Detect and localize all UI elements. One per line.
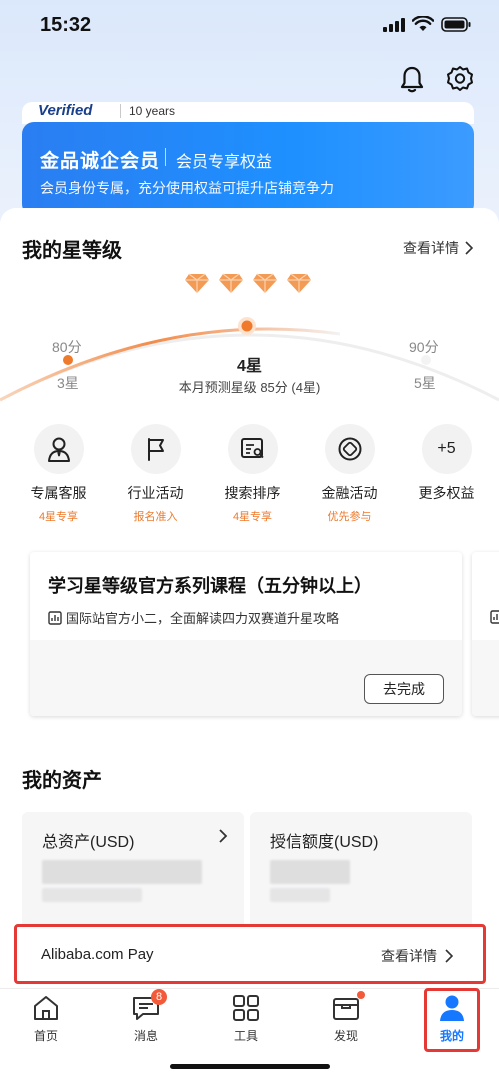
- search-rank-icon: [227, 424, 278, 474]
- diamond-icon: [253, 273, 277, 293]
- pay-view-detail-label: 查看详情: [381, 948, 437, 964]
- message-icon: 8: [131, 989, 167, 1023]
- tab-label: 发现: [333, 1029, 358, 1043]
- pay-view-detail[interactable]: 查看详情: [381, 946, 453, 966]
- tab-home[interactable]: 首页: [6, 991, 86, 1051]
- grid-icon: [231, 993, 261, 1023]
- verified-strip: Verified 10 years: [22, 102, 474, 124]
- wifi-icon: [412, 16, 434, 31]
- chart-doc-icon: [48, 610, 62, 625]
- tab-messages[interactable]: 8 消息: [106, 989, 186, 1051]
- arc-point-current-inner: [241, 320, 253, 332]
- view-detail-label: 查看详情: [403, 240, 459, 256]
- benefits-row: 专属客服 4星专享 行业活动 报名准入 搜索排序 4星专享 金融活动 优先参与 …: [10, 424, 499, 524]
- diamond-icon: [287, 273, 311, 293]
- tab-label: 消息: [133, 1029, 158, 1043]
- pay-label: Alibaba.com Pay: [41, 946, 154, 963]
- benefit-tag: 优先参与: [327, 511, 372, 523]
- header-actions: [397, 64, 475, 96]
- cellular-signal-icon: [383, 18, 405, 32]
- total-assets-label: 总资产(USD): [42, 834, 135, 851]
- benefit-search-rank[interactable]: 搜索排序 4星专享: [204, 424, 301, 524]
- discover-dot: [357, 991, 365, 999]
- member-card[interactable]: 金品诚企会员 会员专享权益 会员身份专属，充分使用权益可提升店铺竞争力: [22, 122, 474, 216]
- app-screen: 15:32 Verified 10 years 金品诚企会员 会员专享权益 会员…: [0, 0, 499, 1080]
- course-title: 学习星等级官方系列课程（五分钟以上）: [48, 576, 372, 596]
- tab-tools[interactable]: 工具: [206, 991, 286, 1051]
- complete-button[interactable]: 去完成: [364, 674, 444, 704]
- tab-discover[interactable]: 发现: [306, 991, 386, 1051]
- course-card-next[interactable]: [472, 552, 499, 716]
- tab-label: 首页: [33, 1029, 58, 1043]
- star-level-view-detail[interactable]: 查看详情: [403, 238, 473, 258]
- finance-icon: [324, 424, 375, 474]
- member-title: 金品诚企会员: [40, 151, 161, 172]
- chevron-right-icon: [445, 949, 453, 963]
- benefit-customer-service[interactable]: 专属客服 4星专享: [10, 424, 107, 524]
- star-level-title: 我的星等级: [22, 240, 122, 262]
- course-card-footer: 去完成: [30, 640, 462, 716]
- star-diamonds: [184, 272, 312, 294]
- battery-icon: [441, 17, 471, 32]
- course-description-text: 国际站官方小二，全面解读四力双赛道升星攻略: [66, 611, 340, 626]
- blurred-amount: [270, 860, 350, 884]
- alibaba-pay-row[interactable]: Alibaba.com Pay 查看详情: [14, 924, 486, 984]
- benefit-name: 搜索排序: [224, 485, 281, 501]
- benefit-name: 金融活动: [321, 485, 378, 501]
- level-forecast: 本月预测星级 85分 (4星): [178, 380, 321, 395]
- customer-service-icon: [33, 424, 84, 474]
- diamond-icon: [185, 273, 209, 293]
- more-benefits-icon: +5: [421, 424, 472, 474]
- course-card-next-footer: [472, 640, 499, 716]
- benefit-finance[interactable]: 金融活动 优先参与: [301, 424, 398, 524]
- verified-logo: Verified: [38, 102, 93, 119]
- benefit-more[interactable]: +5 更多权益: [398, 424, 495, 524]
- diamond-icon: [219, 273, 243, 293]
- chevron-right-icon: [465, 241, 473, 255]
- credit-limit-label: 授信额度(USD): [270, 834, 379, 851]
- active-tab-highlight: [424, 988, 480, 1052]
- current-level: 4星: [237, 358, 262, 375]
- gear-icon[interactable]: [445, 64, 475, 94]
- blurred-amount: [42, 860, 202, 884]
- blurred-amount-sub: [42, 888, 142, 902]
- chart-doc-icon: [490, 610, 499, 624]
- benefit-name: 更多权益: [418, 485, 475, 501]
- member-divider: [165, 148, 166, 166]
- blurred-amount-sub: [270, 888, 330, 902]
- chevron-right-icon: [219, 829, 228, 843]
- benefit-tag: 报名准入: [133, 511, 178, 523]
- assets-title: 我的资产: [22, 770, 102, 792]
- tab-label: 工具: [233, 1029, 258, 1043]
- benefit-tag: 4星专享: [232, 511, 273, 523]
- bell-icon[interactable]: [397, 64, 427, 94]
- discover-icon: [331, 991, 365, 1023]
- status-time: 15:32: [40, 14, 92, 36]
- flag-icon: [130, 424, 181, 474]
- message-badge: 8: [151, 989, 167, 1005]
- home-icon: [31, 993, 61, 1023]
- member-description: 会员身份专属，充分使用权益可提升店铺竞争力: [40, 180, 334, 196]
- course-description: 国际站官方小二，全面解读四力双赛道升星攻略: [48, 608, 339, 627]
- course-card[interactable]: 学习星等级官方系列课程（五分钟以上） 国际站官方小二，全面解读四力双赛道升星攻略…: [30, 552, 462, 716]
- benefit-name: 行业活动: [127, 485, 184, 501]
- member-subtitle: 会员专享权益: [176, 154, 273, 171]
- benefit-name: 专属客服: [30, 485, 87, 501]
- benefit-industry-activity[interactable]: 行业活动 报名准入: [107, 424, 204, 524]
- status-bar: 15:32: [0, 0, 499, 52]
- benefit-tag: 4星专享: [38, 511, 79, 523]
- home-indicator: [170, 1064, 330, 1069]
- verified-years: 10 years: [120, 104, 175, 118]
